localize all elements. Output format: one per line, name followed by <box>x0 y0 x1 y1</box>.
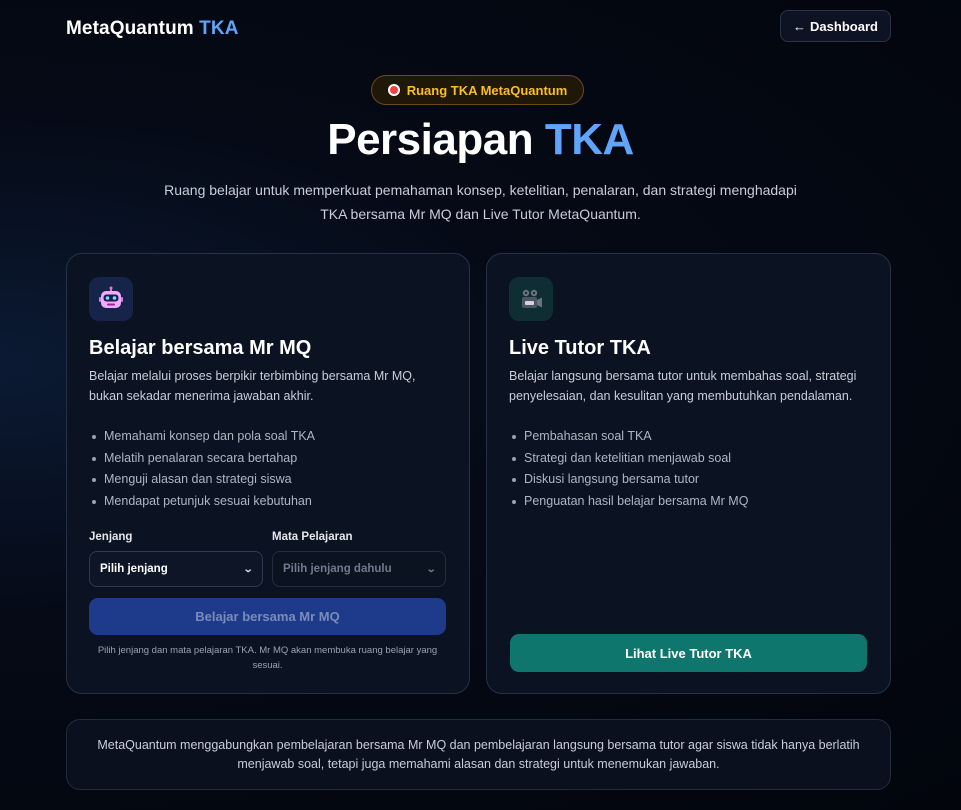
mrmq-card-description: Belajar melalui proses berpikir terbimbi… <box>89 369 416 403</box>
jenjang-select[interactable]: Pilih jenjang ⌄ <box>89 551 263 587</box>
list-item: Menguji alasan dan strategi siswa <box>89 469 315 491</box>
mrmq-card-title: Belajar bersama Mr MQ <box>89 337 312 359</box>
list-item: Pembahasan soal TKA <box>509 426 748 448</box>
chevron-down-icon: ⌄ <box>242 563 254 575</box>
mapel-select-value: Pilih jenjang dahulu <box>283 563 392 575</box>
live-tutor-card: Live Tutor TKA Belajar langsung bersama … <box>486 253 891 694</box>
mapel-select[interactable]: Pilih jenjang dahulu ⌄ <box>272 551 446 587</box>
robot-icon <box>89 277 133 321</box>
arrow-left-icon: ← <box>793 18 807 34</box>
list-item: Mendapat petunjuk sesuai kebutuhan <box>89 491 315 513</box>
page-title: Persiapan TKA <box>0 115 961 165</box>
list-item: Melatih penalaran secara bertahap <box>89 448 315 470</box>
live-tutor-feature-list: Pembahasan soal TKA Strategi dan ketelit… <box>509 426 748 513</box>
hero-badge-label: Ruang TKA MetaQuantum <box>406 82 568 98</box>
jenjang-select-value: Pilih jenjang <box>100 563 168 575</box>
brand-accent: TKA <box>199 18 239 39</box>
mapel-label: Mata Pelajaran <box>272 531 353 543</box>
chevron-down-icon: ⌄ <box>425 563 437 575</box>
live-tutor-button[interactable]: Lihat Live Tutor TKA <box>510 634 867 672</box>
brand-logo[interactable]: MetaQuantum TKA <box>66 18 239 40</box>
list-item: Strategi dan ketelitian menjawab soal <box>509 448 748 470</box>
mrmq-hint-text: Pilih jenjang dan mata pelajaran TKA. Mr… <box>97 645 438 671</box>
video-camera-icon <box>509 277 553 321</box>
mrmq-card: Belajar bersama Mr MQ Belajar melalui pr… <box>66 253 470 694</box>
dashboard-button[interactable]: ← Dashboard <box>780 10 891 42</box>
page-subtitle: Ruang belajar untuk memperkuat pemahaman… <box>164 182 797 222</box>
hero-badge: Ruang TKA MetaQuantum <box>371 75 584 105</box>
list-item: Diskusi langsung bersama tutor <box>509 469 748 491</box>
top-bar: MetaQuantum TKA ← Dashboard <box>66 10 891 44</box>
live-tutor-card-title: Live Tutor TKA <box>509 337 651 359</box>
page-title-main: Persiapan <box>327 115 534 164</box>
list-item: Memahami konsep dan pola soal TKA <box>89 426 315 448</box>
dashboard-button-label: Dashboard <box>810 18 878 34</box>
jenjang-label: Jenjang <box>89 531 133 543</box>
belajar-mrmq-button[interactable]: Belajar bersama Mr MQ <box>89 598 446 635</box>
brand-name: MetaQuantum <box>66 18 194 39</box>
page-title-accent: TKA <box>544 115 634 164</box>
mrmq-feature-list: Memahami konsep dan pola soal TKA Melati… <box>89 426 315 513</box>
footer-note: MetaQuantum menggabungkan pembelajaran b… <box>66 719 891 790</box>
target-icon <box>387 84 400 96</box>
live-tutor-card-description: Belajar langsung bersama tutor untuk mem… <box>509 369 857 403</box>
list-item: Penguatan hasil belajar bersama Mr MQ <box>509 491 748 513</box>
